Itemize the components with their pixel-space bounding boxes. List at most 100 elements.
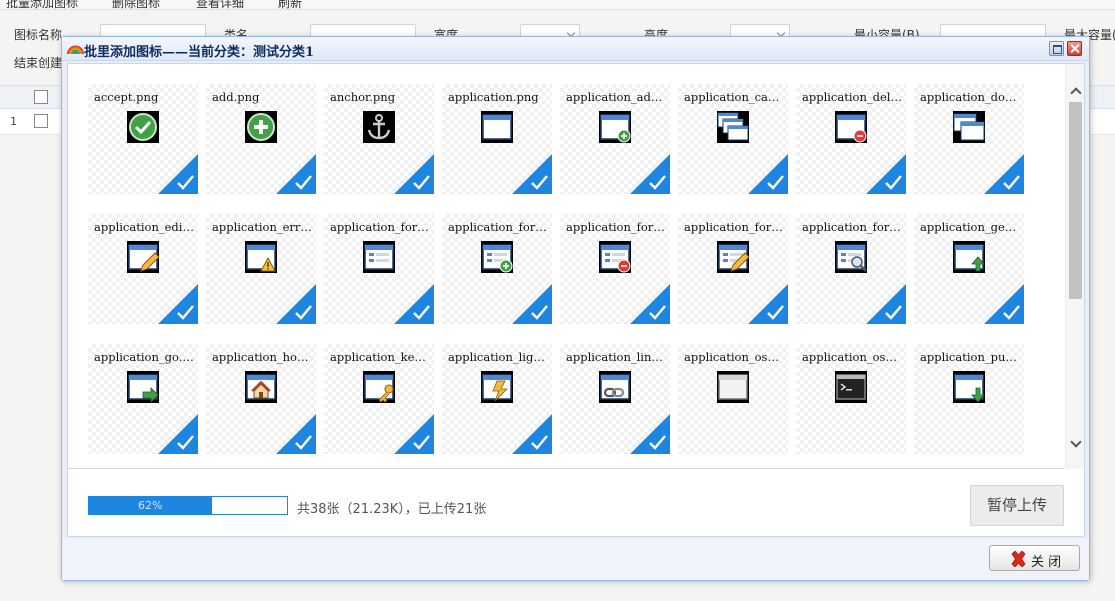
icon-file-name: application_cascade.png	[684, 90, 784, 104]
icon-tile[interactable]: application_delete.png	[796, 84, 906, 194]
close-button-label: 关 闭	[1031, 555, 1062, 570]
uploaded-check-icon	[394, 154, 434, 194]
icon-file-name: application.png	[448, 90, 539, 104]
bg-toolbar-delete[interactable]: 删除图标	[112, 0, 160, 9]
application-icon	[481, 111, 513, 143]
application-form-delete-icon	[599, 241, 631, 273]
icon-tile[interactable]: application_form_add.png	[442, 214, 552, 324]
bg-toolbar-batch-add[interactable]: 批量添加图标	[6, 0, 78, 9]
icon-file-name: application_form.png	[330, 220, 430, 234]
uploaded-check-icon	[984, 154, 1024, 194]
dialog-title-bar[interactable]: 批里添加图标——当前分类：测试分类1	[62, 37, 1089, 61]
vertical-scrollbar[interactable]	[1065, 64, 1084, 469]
upload-progress-bar: 62%	[88, 496, 288, 515]
application-add-icon	[599, 111, 631, 143]
dialog-content: accept.png add.png anchor.png application.p…	[67, 63, 1085, 537]
uploaded-check-icon	[630, 414, 670, 454]
application-edit-icon	[127, 241, 159, 273]
icon-tile[interactable]: application_form_magnify.png	[796, 214, 906, 324]
application-form-add-icon	[481, 241, 513, 273]
icon-tile[interactable]: application_error.png	[206, 214, 316, 324]
application-form-icon	[363, 241, 395, 273]
icon-tile[interactable]: application_form_edit.png	[678, 214, 788, 324]
uploaded-check-icon	[630, 154, 670, 194]
icon-tile[interactable]: application_osx.png	[678, 344, 788, 454]
upload-progress-panel: 62% 共38张（21.23K），已上传21张 暂停上传	[68, 470, 1084, 536]
application-key-icon	[363, 371, 395, 403]
icon-tile[interactable]: application_double.png	[914, 84, 1024, 194]
application-home-icon	[245, 371, 277, 403]
uploaded-check-icon	[512, 414, 552, 454]
application-put-icon	[953, 371, 985, 403]
application-error-icon	[245, 241, 277, 273]
icon-name-label: 图标名称	[14, 28, 63, 42]
scroll-up-arrow-icon[interactable]	[1069, 84, 1082, 97]
application-double-icon	[953, 111, 985, 143]
icon-file-name: application_go.png	[94, 350, 194, 364]
icon-tile[interactable]: application_osx_terminal.png	[796, 344, 906, 454]
icon-file-name: application_error.png	[212, 220, 312, 234]
icon-file-name: application_form_add.png	[448, 220, 548, 234]
icon-file-name: application_form_delete.png	[566, 220, 666, 234]
icon-tile[interactable]: application_put.png	[914, 344, 1024, 454]
red-x-icon	[1011, 551, 1026, 567]
icon-file-name: accept.png	[94, 90, 159, 104]
uploaded-check-icon	[158, 414, 198, 454]
uploaded-check-icon	[276, 414, 316, 454]
icon-tile[interactable]: application_form.png	[324, 214, 434, 324]
icon-file-name: application_get.png	[920, 220, 1020, 234]
icon-tile[interactable]: anchor.png	[324, 84, 434, 194]
icon-file-name: anchor.png	[330, 90, 396, 104]
uploaded-check-icon	[748, 154, 788, 194]
bg-toolbar-refresh[interactable]: 刷新	[278, 0, 302, 9]
icon-file-name: application_form_edit.png	[684, 220, 784, 234]
icon-tile[interactable]: application_form_delete.png	[560, 214, 670, 324]
close-button[interactable]: 关 闭	[989, 545, 1080, 571]
icon-file-name: application_lightning.png	[448, 350, 548, 364]
icon-file-name: application_form_magnify.png	[802, 220, 902, 234]
icon-tile[interactable]: application_get.png	[914, 214, 1024, 324]
icon-tile[interactable]: application_go.png	[88, 344, 198, 454]
bg-toolbar-view[interactable]: 查看详细	[196, 0, 244, 9]
application-osx-terminal-icon	[835, 371, 867, 403]
uploaded-check-icon	[276, 284, 316, 324]
restore-icon[interactable]	[1049, 41, 1064, 56]
icon-file-name: application_put.png	[920, 350, 1020, 364]
uploaded-check-icon	[866, 284, 906, 324]
icon-file-name: application_edit.png	[94, 220, 194, 234]
icon-file-name: application_delete.png	[802, 90, 902, 104]
icon-tile[interactable]: application_lightning.png	[442, 344, 552, 454]
icon-tile[interactable]: application_add.png	[560, 84, 670, 194]
scroll-down-arrow-icon[interactable]	[1069, 437, 1082, 450]
uploaded-check-icon	[158, 284, 198, 324]
icon-tile[interactable]: application_cascade.png	[678, 84, 788, 194]
anchor-icon	[363, 111, 395, 143]
upload-status-text: 共38张（21.23K），已上传21张	[297, 502, 487, 517]
select-all-checkbox[interactable]	[34, 90, 48, 104]
icon-tile[interactable]: add.png	[206, 84, 316, 194]
icon-tile[interactable]: application_edit.png	[88, 214, 198, 324]
icon-tile[interactable]: application_link.png	[560, 344, 670, 454]
close-icon[interactable]	[1067, 41, 1082, 56]
icon-file-name: application_osx_terminal.png	[802, 350, 902, 364]
application-form-magnify-icon	[835, 241, 867, 273]
application-lightning-icon	[481, 371, 513, 403]
uploaded-check-icon	[630, 284, 670, 324]
icon-upload-list: accept.png add.png anchor.png application.p…	[68, 64, 1064, 469]
icon-file-name: application_osx.png	[684, 350, 784, 364]
application-delete-icon	[835, 111, 867, 143]
icon-tile[interactable]: application_home.png	[206, 344, 316, 454]
icon-tile[interactable]: application_key.png	[324, 344, 434, 454]
scroll-thumb[interactable]	[1069, 102, 1082, 299]
icon-tile[interactable]: accept.png	[88, 84, 198, 194]
accept-icon	[127, 111, 159, 143]
icon-file-name: application_link.png	[566, 350, 666, 364]
row-checkbox[interactable]	[34, 114, 48, 128]
application-form-edit-icon	[717, 241, 749, 273]
pause-upload-button[interactable]: 暂停上传	[970, 485, 1064, 526]
end-create-label: 结束创建	[14, 56, 63, 70]
application-cascade-icon	[717, 111, 749, 143]
icon-tile[interactable]: application.png	[442, 84, 552, 194]
uploaded-check-icon	[394, 414, 434, 454]
rainbow-icon	[67, 45, 84, 55]
